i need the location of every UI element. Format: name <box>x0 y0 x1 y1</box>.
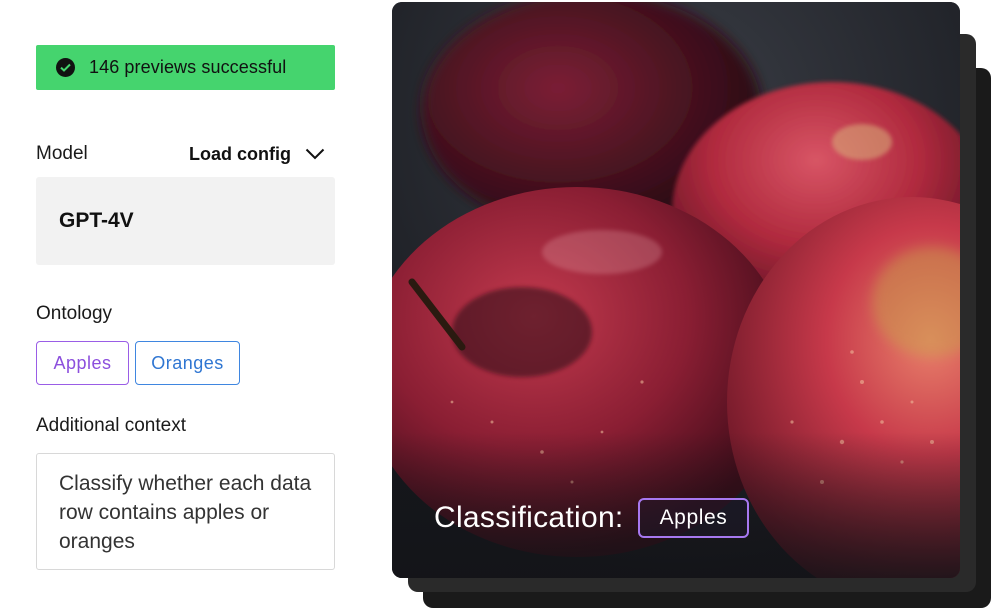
toast-text: 146 previews successful <box>89 57 287 77</box>
load-config-dropdown[interactable]: Load config <box>189 144 335 165</box>
preview-card: Classification: Apples <box>392 2 960 578</box>
classification-result: Classification: Apples <box>434 498 750 538</box>
check-circle-icon <box>56 58 75 77</box>
load-config-label: Load config <box>189 143 291 164</box>
ontology-tag-apples[interactable]: Apples <box>36 341 129 385</box>
chevron-down-icon <box>305 148 325 160</box>
classification-tag: Apples <box>637 498 750 538</box>
model-label: Model <box>36 143 88 164</box>
ontology-tag-oranges[interactable]: Oranges <box>135 341 240 385</box>
model-header: Model Load config <box>36 142 335 166</box>
additional-context-label: Additional context <box>36 415 186 436</box>
success-toast: 146 previews successful <box>36 45 335 90</box>
classification-label: Classification: <box>434 501 624 534</box>
additional-context-textarea[interactable]: Classify whether each data row contains … <box>36 453 335 570</box>
ontology-label: Ontology <box>36 303 113 324</box>
ontology-tags: Apples Oranges <box>36 341 240 385</box>
apples-photo <box>392 2 960 578</box>
model-select[interactable]: GPT-4V <box>36 177 335 265</box>
